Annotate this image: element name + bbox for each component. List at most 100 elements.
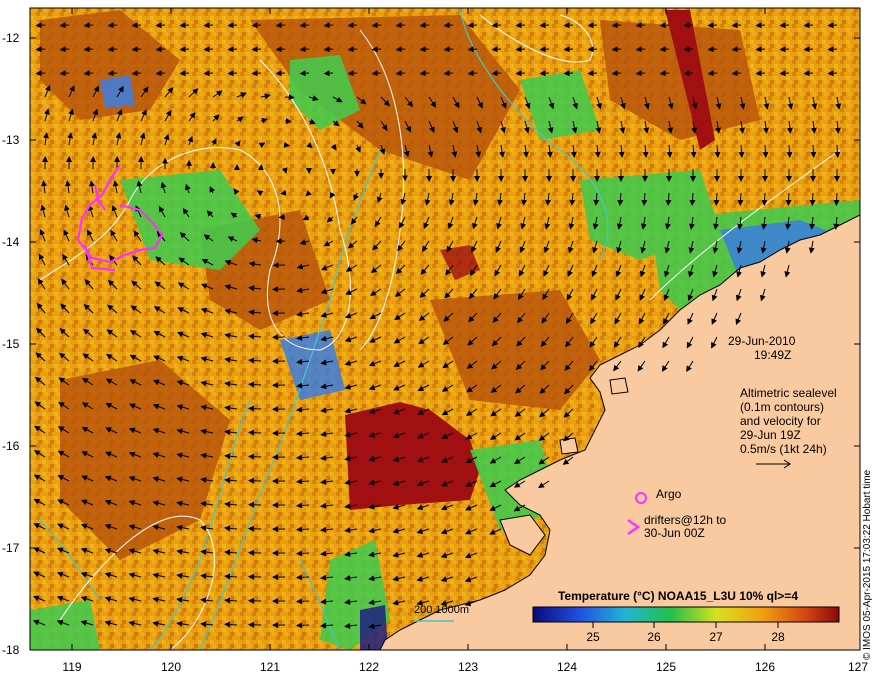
velocity-arrow <box>296 550 310 557</box>
velocity-arrow <box>296 622 310 629</box>
velocity-arrow <box>59 46 70 53</box>
velocity-arrow <box>467 46 478 53</box>
altimetry-line: (0.1m contours) <box>740 400 825 414</box>
velocity-arrow <box>491 46 502 53</box>
x-tick-label: 123 <box>457 660 479 674</box>
velocity-arrow <box>275 70 286 77</box>
x-tick-label: 126 <box>754 660 776 674</box>
altimetry-line: and velocity for <box>740 414 821 428</box>
velocity-arrow <box>809 192 816 206</box>
velocity-arrow <box>827 22 838 29</box>
velocity-arrow <box>707 46 718 53</box>
velocity-arrow <box>834 144 841 158</box>
velocity-arrow <box>779 22 790 29</box>
velocity-arrow <box>779 46 790 53</box>
y-tick-label: -14 <box>2 235 20 249</box>
velocity-arrow <box>248 405 262 412</box>
velocity-arrow <box>395 46 406 53</box>
velocity-arrow <box>35 46 46 53</box>
colorbar-tick-label: 25 <box>586 630 600 644</box>
velocity-arrow <box>179 46 190 53</box>
x-tick-label: 120 <box>160 660 182 674</box>
velocity-arrow <box>539 22 550 29</box>
velocity-arrow <box>683 22 694 29</box>
velocity-arrow <box>155 22 166 29</box>
velocity-arrow <box>83 22 94 29</box>
velocity-arrow <box>83 70 94 77</box>
y-tick-label: -13 <box>2 133 20 147</box>
velocity-arrow <box>296 526 310 533</box>
velocity-arrow <box>635 46 646 53</box>
colorbar-tick-label: 26 <box>647 630 661 644</box>
velocity-arrow <box>563 46 574 53</box>
velocity-arrow <box>443 22 454 29</box>
velocity-arrow <box>59 22 70 29</box>
velocity-arrow <box>131 22 142 29</box>
velocity-arrow <box>155 46 166 53</box>
velocity-arrow <box>491 70 502 77</box>
velocity-arrow <box>803 22 814 29</box>
velocity-arrow <box>155 70 166 77</box>
velocity-arrow <box>203 46 214 53</box>
velocity-arrow <box>563 22 574 29</box>
x-tick-label: 127 <box>847 660 869 674</box>
y-tick-label: -18 <box>2 643 20 657</box>
velocity-arrow <box>419 22 430 29</box>
y-tick-label: -12 <box>2 31 20 45</box>
bathymetry-scale-label: 200 1000m <box>414 604 470 616</box>
velocity-arrow <box>299 70 310 77</box>
velocity-arrow <box>515 46 526 53</box>
velocity-arrow <box>203 70 214 77</box>
velocity-arrow <box>251 46 262 53</box>
velocity-arrow <box>611 70 622 77</box>
velocity-arrow <box>131 46 142 53</box>
velocity-arrow <box>107 70 118 77</box>
velocity-arrow <box>347 46 358 53</box>
velocity-arrow <box>227 46 238 53</box>
velocity-arrow <box>251 70 262 77</box>
velocity-arrow <box>395 22 406 29</box>
velocity-arrow <box>707 70 718 77</box>
velocity-arrow <box>467 22 478 29</box>
velocity-arrow <box>248 429 262 436</box>
velocity-arrow <box>563 70 574 77</box>
colorbar-title: Temperature (°C) NOAA15_L3U 10% ql>=4 <box>558 589 798 603</box>
velocity-arrow <box>299 22 310 29</box>
velocity-arrow <box>283 141 290 148</box>
time-label: 19:49Z <box>754 348 792 362</box>
velocity-arrow <box>371 70 382 77</box>
velocity-arrow <box>323 22 334 29</box>
velocity-arrow <box>299 46 310 53</box>
velocity-arrow <box>296 574 310 581</box>
velocity-arrow <box>227 22 238 29</box>
velocity-arrow <box>635 22 646 29</box>
y-tick-label: -15 <box>2 337 20 351</box>
velocity-arrow <box>323 46 334 53</box>
velocity-arrow <box>347 22 358 29</box>
velocity-arrow <box>83 46 94 53</box>
velocity-arrow <box>347 70 358 77</box>
velocity-arrow <box>280 189 287 196</box>
velocity-arrow <box>251 22 262 29</box>
velocity-arrow <box>587 46 598 53</box>
y-tick-label: -16 <box>2 439 20 453</box>
velocity-arrow <box>491 22 502 29</box>
velocity-arrow <box>810 144 817 158</box>
velocity-arrow <box>635 70 646 77</box>
velocity-arrow <box>755 70 766 77</box>
x-tick-label: 124 <box>556 660 578 674</box>
velocity-arrow <box>731 22 742 29</box>
altimetry-line: 29-Jun 19Z <box>740 428 801 442</box>
credit-label: © IMOS 05-Apr-2015 17:03:22 Hobart time <box>862 469 873 660</box>
drifter-line: 30-Jun 00Z <box>644 526 705 540</box>
velocity-arrow <box>659 70 670 77</box>
velocity-arrow <box>827 46 838 53</box>
velocity-arrow <box>755 22 766 29</box>
velocity-arrow <box>443 70 454 77</box>
velocity-arrow <box>179 22 190 29</box>
velocity-arrow <box>275 22 286 29</box>
velocity-arrow <box>659 22 670 29</box>
velocity-arrow <box>659 46 670 53</box>
velocity-arrow <box>323 70 334 77</box>
velocity-arrow <box>131 70 142 77</box>
